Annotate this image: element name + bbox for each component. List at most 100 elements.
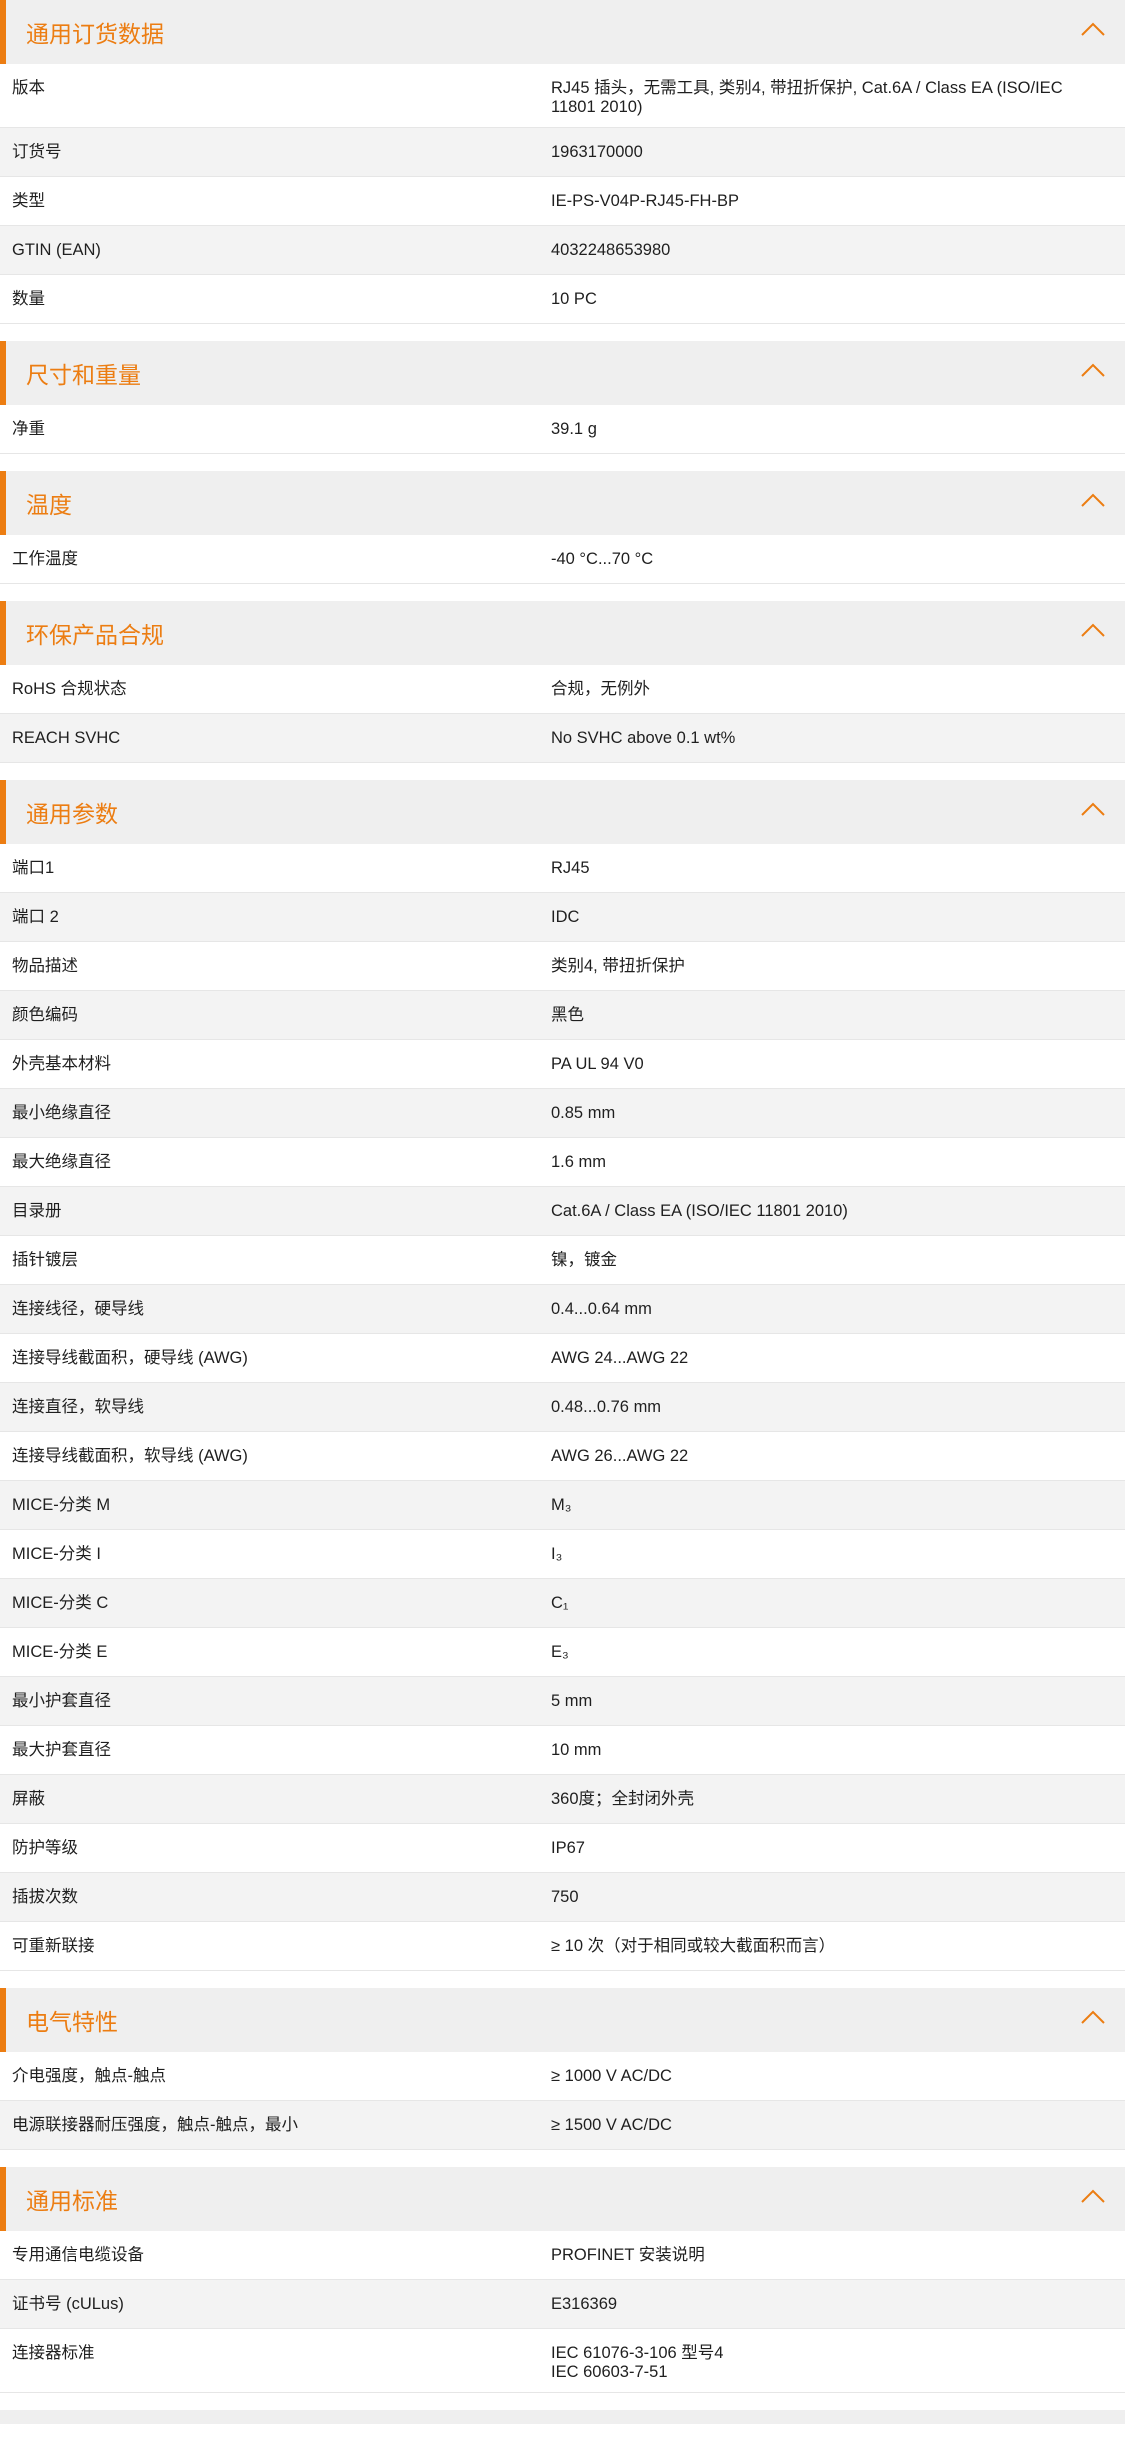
spec-value-line: IE-PS-V04P-RJ45-FH-BP bbox=[551, 192, 739, 210]
section-title: 尺寸和重量 bbox=[26, 362, 141, 388]
spec-value-line: 镍，镀金 bbox=[551, 1251, 617, 1269]
spec-row: REACH SVHC No SVHC above 0.1 wt% bbox=[0, 714, 1125, 763]
spec-label: 物品描述 bbox=[12, 957, 78, 975]
spec-value: No SVHC above 0.1 wt% bbox=[539, 714, 1125, 762]
spec-value: AWG 24...AWG 22 bbox=[539, 1334, 1125, 1382]
spec-value-line: 10 PC bbox=[551, 290, 597, 308]
spec-row: 净重 39.1 g bbox=[0, 405, 1125, 454]
spec-value: M₃ bbox=[539, 1481, 1125, 1529]
section-header[interactable]: 温度 bbox=[0, 471, 1125, 535]
spec-row: 颜色编码 黑色 bbox=[0, 991, 1125, 1040]
spec-label: 订货号 bbox=[12, 143, 62, 161]
chevron-up-icon[interactable] bbox=[1081, 2010, 1105, 2024]
spec-value-line: IEC 60603-7-51 bbox=[551, 2363, 668, 2381]
section-header[interactable]: 电气特性 bbox=[0, 1988, 1125, 2052]
spec-value: 10 PC bbox=[539, 275, 1125, 323]
spec-value-line: AWG 26...AWG 22 bbox=[551, 1447, 689, 1465]
spec-value: ≥ 10 次（对于相同或较大截面积而言） bbox=[539, 1922, 1125, 1970]
spec-value-line: 10 mm bbox=[551, 1741, 602, 1759]
chevron-up-icon[interactable] bbox=[1081, 2189, 1105, 2203]
spec-value: -40 °C...70 °C bbox=[539, 535, 1125, 583]
section-header[interactable]: 通用标准 bbox=[0, 2167, 1125, 2231]
spec-value: 类别4, 带扭折保护 bbox=[539, 942, 1125, 990]
spec-page: 通用订货数据 版本 RJ45 插头，无需工具, 类别4, 带扭折保护, Cat.6A… bbox=[0, 0, 1125, 2393]
spec-label: 连接直径，软导线 bbox=[12, 1398, 144, 1416]
section-header[interactable]: 尺寸和重量 bbox=[0, 341, 1125, 405]
chevron-up-icon[interactable] bbox=[1081, 802, 1105, 816]
spec-row: 外壳基本材料 PA UL 94 V0 bbox=[0, 1040, 1125, 1089]
spec-row: 屏蔽 360度；全封闭外壳 bbox=[0, 1775, 1125, 1824]
spec-value: RJ45 插头，无需工具, 类别4, 带扭折保护, Cat.6A / Class… bbox=[539, 64, 1125, 127]
spec-row: 版本 RJ45 插头，无需工具, 类别4, 带扭折保护, Cat.6A / Cla… bbox=[0, 64, 1125, 128]
spec-value: ≥ 1500 V AC/DC bbox=[539, 2101, 1125, 2149]
spec-label: 目录册 bbox=[12, 1202, 62, 1220]
spec-label: 最小护套直径 bbox=[12, 1692, 111, 1710]
chevron-up-icon[interactable] bbox=[1081, 22, 1105, 36]
section-header[interactable]: 通用订货数据 bbox=[0, 0, 1125, 64]
spec-value: 4032248653980 bbox=[539, 226, 1125, 274]
spec-label: 外壳基本材料 bbox=[12, 1055, 111, 1073]
spec-label: 专用通信电缆设备 bbox=[12, 2246, 144, 2264]
section-header[interactable]: 通用参数 bbox=[0, 780, 1125, 844]
spec-value-line: 合规，无例外 bbox=[551, 680, 650, 698]
section-accent-bar bbox=[0, 780, 6, 844]
spec-label: 连接线径，硬导线 bbox=[12, 1300, 144, 1318]
section-title: 环保产品合规 bbox=[26, 622, 164, 648]
spec-row: 端口1 RJ45 bbox=[0, 844, 1125, 893]
spec-value-line: 360度；全封闭外壳 bbox=[551, 1790, 695, 1808]
spec-row: 连接器标准 IEC 61076-3-106 型号4 IEC 60603-7-51 bbox=[0, 2329, 1125, 2393]
section-accent-bar bbox=[0, 601, 6, 665]
spec-label: MICE-分类 I bbox=[12, 1545, 101, 1563]
spec-label: RoHS 合规状态 bbox=[12, 680, 127, 698]
spec-value: IDC bbox=[539, 893, 1125, 941]
section-accent-bar bbox=[0, 471, 6, 535]
spec-label: 插拔次数 bbox=[12, 1888, 78, 1906]
spec-row: 专用通信电缆设备 PROFINET 安装说明 bbox=[0, 2231, 1125, 2280]
spec-row: 物品描述 类别4, 带扭折保护 bbox=[0, 942, 1125, 991]
section-header[interactable]: 环保产品合规 bbox=[0, 601, 1125, 665]
spec-value: 5 mm bbox=[539, 1677, 1125, 1725]
spec-value-line: -40 °C...70 °C bbox=[551, 550, 654, 568]
spec-value-line: 1963170000 bbox=[551, 143, 643, 161]
spec-row: 介电强度，触点-触点 ≥ 1000 V AC/DC bbox=[0, 2052, 1125, 2101]
spec-label: 端口 2 bbox=[12, 908, 59, 926]
spec-value-line: 1.6 mm bbox=[551, 1153, 607, 1171]
spec-row: 最小护套直径 5 mm bbox=[0, 1677, 1125, 1726]
spec-value-line: C₁ bbox=[551, 1594, 569, 1612]
spec-row: 证书号 (cULus) E316369 bbox=[0, 2280, 1125, 2329]
spec-value: 黑色 bbox=[539, 991, 1125, 1039]
spec-label: 类型 bbox=[12, 192, 45, 210]
spec-row: MICE-分类 M M₃ bbox=[0, 1481, 1125, 1530]
spec-label: MICE-分类 E bbox=[12, 1643, 108, 1661]
spec-value: PROFINET 安装说明 bbox=[539, 2231, 1125, 2279]
spec-value-line: RJ45 插头，无需工具, 类别4, 带扭折保护, Cat.6A / Class… bbox=[551, 79, 1063, 116]
spec-label: 最小绝缘直径 bbox=[12, 1104, 111, 1122]
spec-row: 连接导线截面积，硬导线 (AWG) AWG 24...AWG 22 bbox=[0, 1334, 1125, 1383]
spec-value-line: Cat.6A / Class EA (ISO/IEC 11801 2010) bbox=[551, 1202, 848, 1220]
spec-value-line: AWG 24...AWG 22 bbox=[551, 1349, 689, 1367]
section-accent-bar bbox=[0, 2167, 6, 2231]
spec-row: MICE-分类 I I₃ bbox=[0, 1530, 1125, 1579]
spec-value: IE-PS-V04P-RJ45-FH-BP bbox=[539, 177, 1125, 225]
chevron-up-icon[interactable] bbox=[1081, 363, 1105, 377]
spec-value-line: ≥ 1000 V AC/DC bbox=[551, 2067, 672, 2085]
spec-value-line: PA UL 94 V0 bbox=[551, 1055, 644, 1073]
spec-row: RoHS 合规状态 合规，无例外 bbox=[0, 665, 1125, 714]
spec-row: 防护等级 IP67 bbox=[0, 1824, 1125, 1873]
section-accent-bar bbox=[0, 0, 6, 64]
spec-label: 端口1 bbox=[12, 859, 55, 877]
spec-value: 360度；全封闭外壳 bbox=[539, 1775, 1125, 1823]
spec-label: 颜色编码 bbox=[12, 1006, 78, 1024]
chevron-up-icon[interactable] bbox=[1081, 623, 1105, 637]
spec-value: 0.85 mm bbox=[539, 1089, 1125, 1137]
spec-label: MICE-分类 C bbox=[12, 1594, 109, 1612]
spec-label: REACH SVHC bbox=[12, 729, 121, 747]
spec-value: 39.1 g bbox=[539, 405, 1125, 453]
spec-label: 插针镀层 bbox=[12, 1251, 78, 1269]
spec-row: 订货号 1963170000 bbox=[0, 128, 1125, 177]
chevron-up-icon[interactable] bbox=[1081, 493, 1105, 507]
spec-value: ≥ 1000 V AC/DC bbox=[539, 2052, 1125, 2100]
spec-value-line: IEC 61076-3-106 型号4 bbox=[551, 2344, 724, 2362]
spec-row: 电源联接器耐压强度，触点-触点，最小 ≥ 1500 V AC/DC bbox=[0, 2101, 1125, 2150]
spec-value: E₃ bbox=[539, 1628, 1125, 1676]
